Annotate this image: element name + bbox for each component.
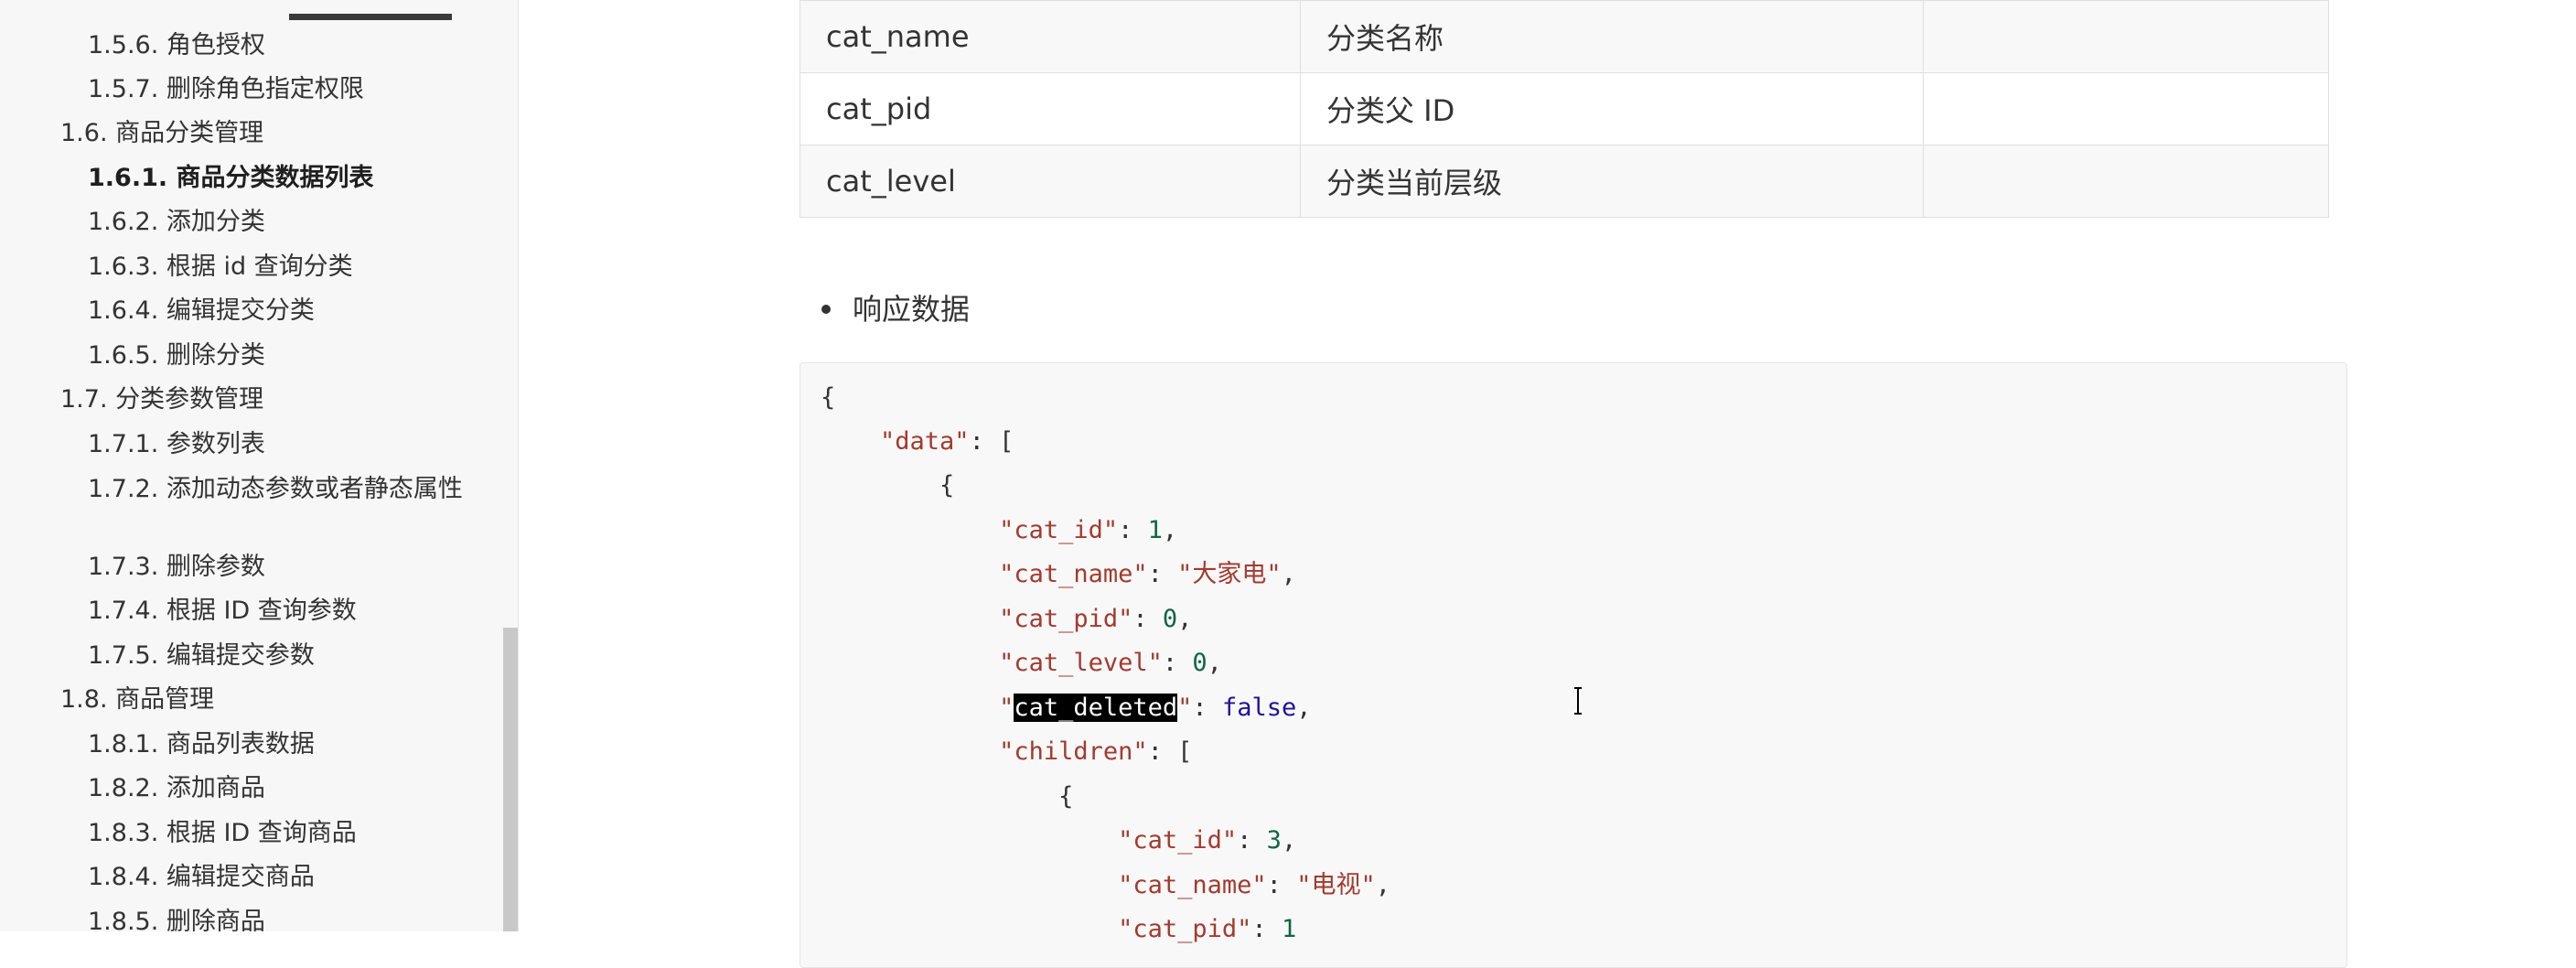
table-cell-param-desc: 分类名称	[1300, 0, 1924, 73]
code-boolean: false	[1221, 694, 1297, 722]
toc-item-1-7-4[interactable]: 1.7.4. 根据 ID 查询参数	[88, 594, 357, 629]
code-line: "cat_pid": 1	[1118, 915, 1297, 943]
code-string: "电视"	[1296, 871, 1376, 899]
code-string: "大家电"	[1177, 560, 1282, 588]
table-cell-param-desc: 分类父 ID	[1300, 72, 1924, 145]
code-line: "cat_id": 3,	[1118, 826, 1297, 855]
code-line: "cat_id": 1,	[999, 516, 1178, 544]
toc-item-1-6-3[interactable]: 1.6.3. 根据 id 查询分类	[88, 250, 353, 285]
code-key: "children"	[999, 737, 1148, 766]
code-key: "cat_pid"	[1118, 915, 1252, 943]
code-key: "cat_name"	[1118, 871, 1267, 899]
code-token: {	[821, 383, 836, 412]
table-cell-param-note	[1923, 72, 2329, 145]
code-key: "cat_id"	[1118, 826, 1238, 855]
code-token: : [	[1147, 737, 1193, 766]
toc-item-1-6-2[interactable]: 1.6.2. 添加分类	[88, 205, 265, 240]
toc-item-1-8-4[interactable]: 1.8.4. 编辑提交商品	[88, 860, 315, 895]
main-content: cat_name 分类名称 cat_pid 分类父 ID cat_level 分…	[518, 0, 2576, 968]
code-number: 0	[1192, 649, 1208, 677]
code-number: 3	[1266, 826, 1282, 855]
code-line: "cat_name": "大家电",	[999, 560, 1296, 588]
toc-item-1-7-3[interactable]: 1.7.3. 删除参数	[88, 550, 265, 585]
toc-header-bar	[289, 14, 452, 20]
selected-text[interactable]: cat_deleted	[1014, 694, 1178, 722]
toc-item-1-5-7[interactable]: 1.5.7. 删除角色指定权限	[88, 72, 364, 107]
response-data-heading: 响应数据	[853, 292, 971, 327]
code-number: 1	[1281, 915, 1297, 943]
table-cell-param-note	[1923, 145, 2329, 218]
code-token: : [	[969, 427, 1014, 456]
toc-item-1-7[interactable]: 1.7. 分类参数管理	[60, 382, 263, 417]
toc-item-1-8-3[interactable]: 1.8.3. 根据 ID 查询商品	[88, 816, 357, 851]
code-number: 1	[1147, 516, 1163, 544]
toc-item-1-6-1[interactable]: 1.6.1. 商品分类数据列表	[88, 161, 374, 196]
toc-item-1-5-6[interactable]: 1.5.6. 角色授权	[88, 28, 265, 63]
code-line: "children": [	[821, 736, 1192, 769]
table-row: cat_pid 分类父 ID	[800, 72, 2329, 145]
toc-item-1-7-5[interactable]: 1.7.5. 编辑提交参数	[88, 639, 315, 673]
toc-item-1-8-5[interactable]: 1.8.5. 删除商品	[88, 905, 265, 931]
code-line: "cat_name": "电视",	[1118, 871, 1390, 899]
table-row: cat_level 分类当前层级	[800, 145, 2329, 218]
table-cell-param-desc: 分类当前层级	[1300, 145, 1924, 218]
sidebar-scrollbar-thumb[interactable]	[503, 628, 518, 931]
code-line: {	[821, 780, 1073, 813]
code-line: "cat_level": 0,	[999, 649, 1222, 677]
request-params-table: cat_name 分类名称 cat_pid 分类父 ID cat_level 分…	[800, 0, 2329, 218]
table-cell-param-note	[1923, 0, 2329, 73]
toc-item-1-6-4[interactable]: 1.6.4. 编辑提交分类	[88, 294, 315, 328]
code-key: "cat_pid"	[999, 605, 1133, 633]
toc-item-1-8-2[interactable]: 1.8.2. 添加商品	[88, 771, 265, 806]
code-token: {	[1058, 782, 1074, 811]
table-cell-param-name: cat_level	[800, 145, 1301, 218]
table-row: cat_name 分类名称	[800, 0, 2329, 73]
toc-item-1-7-1[interactable]: 1.7.1. 参数列表	[88, 427, 265, 462]
toc-item-1-7-2[interactable]: 1.7.2. 添加动态参数或者静态属性	[88, 473, 472, 506]
code-key: "cat_id"	[999, 516, 1119, 544]
bullet-dot-icon	[821, 305, 831, 314]
table-cell-param-name: cat_pid	[800, 72, 1301, 145]
code-line: {	[821, 382, 835, 414]
toc-sidebar: 1.5.6. 角色授权 1.5.7. 删除角色指定权限 1.6. 商品分类管理 …	[0, 0, 519, 931]
code-key: "cat_name"	[999, 560, 1148, 588]
code-line: "cat_pid": 0,	[999, 605, 1193, 633]
code-line: {	[821, 469, 954, 502]
code-key: "cat_level"	[999, 649, 1163, 677]
toc-item-1-6[interactable]: 1.6. 商品分类管理	[60, 116, 263, 151]
code-token: {	[939, 471, 955, 500]
response-json-code-block[interactable]: { "data": [ { "cat_id": 1, "cat_name": "…	[800, 362, 2347, 968]
code-number: 0	[1162, 605, 1178, 633]
text-cursor-icon	[1574, 687, 1582, 715]
code-line: "cat_deleted": false,	[999, 694, 1312, 722]
code-line: "data": [	[821, 425, 1014, 458]
table-cell-param-name: cat_name	[800, 0, 1301, 73]
toc-item-1-8-1[interactable]: 1.8.1. 商品列表数据	[88, 727, 315, 762]
toc-item-1-8[interactable]: 1.8. 商品管理	[60, 683, 214, 717]
toc-item-1-6-5[interactable]: 1.6.5. 删除分类	[88, 339, 265, 373]
code-key: "data"	[880, 427, 970, 456]
